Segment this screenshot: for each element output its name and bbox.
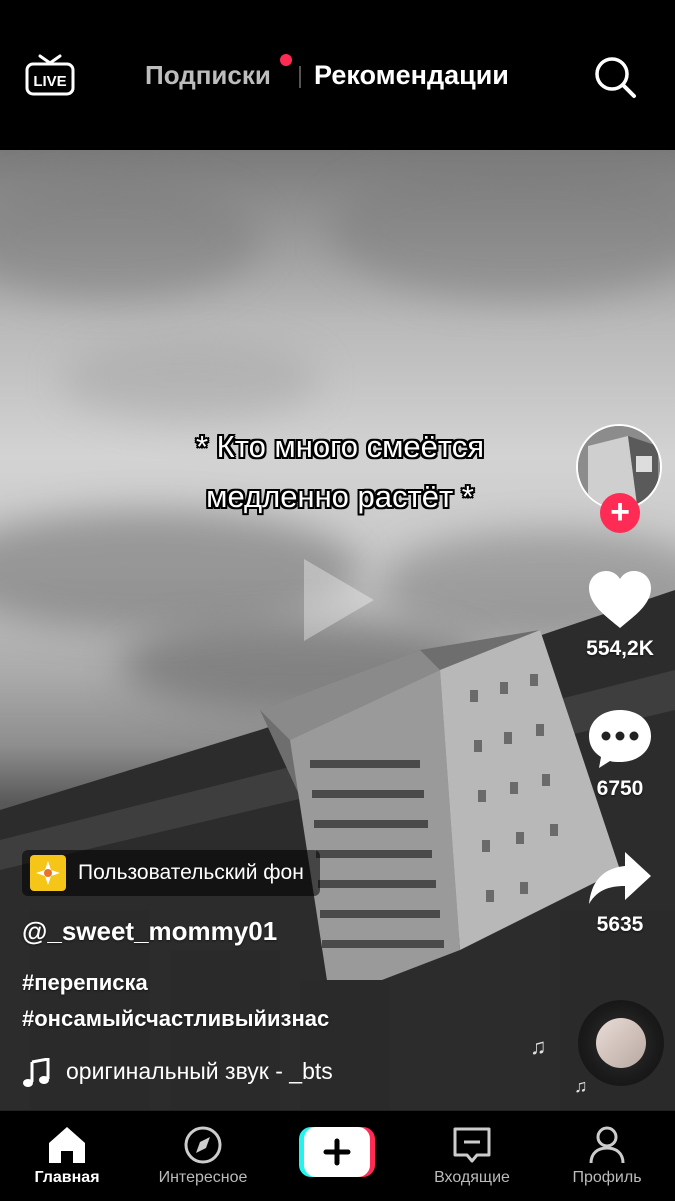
- video-player[interactable]: * Кто много смеётся медленно растёт *: [0, 150, 675, 1110]
- nav-home-label: Главная: [34, 1169, 100, 1186]
- caption-line-1: * Кто много смеётся: [195, 429, 485, 464]
- follow-button[interactable]: +: [600, 493, 640, 533]
- play-icon[interactable]: [300, 555, 380, 645]
- nav-profile[interactable]: Профиль: [542, 1111, 672, 1201]
- comment-count: 6750: [596, 777, 644, 800]
- nav-profile-label: Профиль: [572, 1169, 642, 1186]
- search-icon[interactable]: [593, 55, 637, 99]
- following-notification-dot: [280, 54, 292, 66]
- caption-line-2: медленно растёт *: [206, 479, 474, 514]
- svg-text:LIVE: LIVE: [33, 73, 66, 90]
- nav-home[interactable]: Главная: [2, 1111, 132, 1201]
- tab-for-you[interactable]: Рекомендации: [314, 60, 509, 91]
- effect-chip[interactable]: Пользовательский фон: [22, 850, 320, 896]
- music-disc-cover: [596, 1018, 646, 1068]
- tab-following[interactable]: Подписки: [145, 60, 271, 91]
- creator-username[interactable]: @_sweet_mommy01: [22, 916, 277, 947]
- home-icon: [49, 1127, 85, 1163]
- nav-inbox[interactable]: Входящие: [407, 1111, 537, 1201]
- like-count: 554,2K: [586, 637, 654, 660]
- comment-button[interactable]: 6750: [578, 708, 662, 801]
- effect-label: Пользовательский фон: [78, 861, 304, 884]
- like-button[interactable]: 554,2K: [578, 570, 662, 661]
- music-title: оригинальный звук - _bts: [66, 1058, 333, 1084]
- share-count: 5635: [596, 913, 644, 936]
- heart-icon: [589, 571, 651, 628]
- top-bar: LIVE Подписки Рекомендации: [0, 0, 675, 150]
- comment-icon: [589, 710, 651, 768]
- video-caption-overlay: * Кто много смеётся медленно растёт *: [130, 422, 550, 522]
- music-disc[interactable]: [578, 1000, 664, 1086]
- create-button[interactable]: [299, 1127, 375, 1177]
- profile-icon: [589, 1126, 625, 1164]
- floating-note-icon: ♫: [574, 1076, 588, 1096]
- music-note-icon: [23, 1058, 50, 1087]
- sparkle-icon: [30, 855, 66, 891]
- compass-icon: [184, 1126, 222, 1164]
- nav-discover-label: Интересное: [158, 1169, 248, 1186]
- inbox-icon: [453, 1127, 491, 1163]
- share-arrow-icon: [589, 852, 651, 904]
- nav-inbox-label: Входящие: [434, 1169, 510, 1186]
- tab-divider: [299, 66, 301, 88]
- hashtag-link[interactable]: #переписка: [22, 970, 148, 996]
- nav-discover[interactable]: Интересное: [138, 1111, 268, 1201]
- live-icon[interactable]: LIVE: [24, 52, 76, 100]
- share-button[interactable]: 5635: [578, 850, 662, 937]
- hashtag-link[interactable]: #онсамыйсчастливыйизнас: [22, 1006, 329, 1032]
- floating-note-icon: ♫: [530, 1034, 547, 1059]
